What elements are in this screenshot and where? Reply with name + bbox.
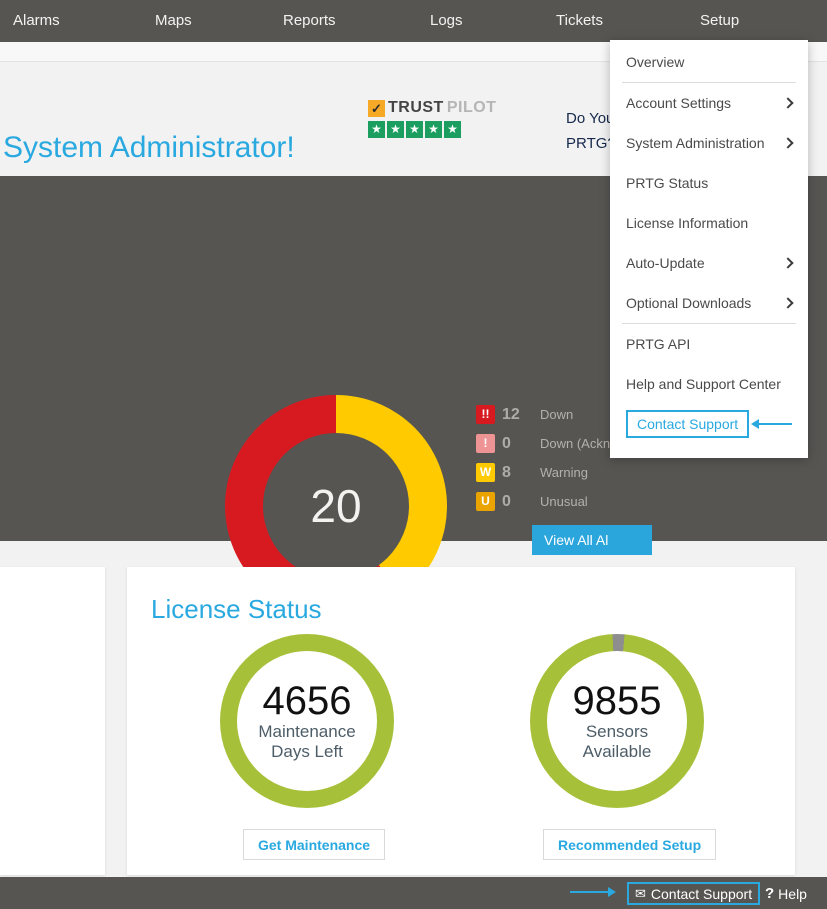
menu-item-prtg-status[interactable]: PRTG Status — [610, 163, 808, 203]
legend-row-unusual[interactable]: U 0 Unusual — [476, 487, 610, 516]
trustpilot-star-icon: ★ — [425, 121, 442, 138]
maintenance-gauge-ring: 4656 Maintenance Days Left — [220, 634, 394, 808]
nav-item-logs[interactable]: Logs — [430, 0, 463, 42]
unusual-label: Unusual — [540, 494, 588, 509]
down-ack-label: Down (Ackn — [540, 436, 610, 451]
view-all-alarms-button[interactable]: View All Al — [532, 525, 652, 555]
trustpilot-star-icon: ★ — [406, 121, 423, 138]
legend-row-warning[interactable]: W 8 Warning — [476, 458, 610, 487]
down-count: 12 — [502, 406, 536, 424]
sensors-gauge-center: 9855 Sensors Available — [547, 651, 687, 791]
trustpilot-check-icon: ✓ — [368, 100, 385, 117]
sensors-gauge-ring: 9855 Sensors Available — [530, 634, 704, 808]
promo-text: Do You PRTG? — [566, 106, 616, 156]
sensors-available-label: Sensors Available — [583, 722, 652, 762]
get-maintenance-button[interactable]: Get Maintenance — [243, 829, 385, 860]
warning-label: Warning — [540, 465, 588, 480]
menu-arrow-left-icon — [759, 423, 792, 425]
sensors-available-value: 9855 — [573, 680, 662, 722]
nav-item-setup[interactable]: Setup — [700, 0, 739, 42]
menu-item-system-administration[interactable]: System Administration — [610, 123, 808, 163]
nav-item-alarms[interactable]: Alarms — [13, 0, 60, 42]
menu-item-help-support-center[interactable]: Help and Support Center — [610, 364, 808, 404]
trustpilot-brand-trust: TRUST — [388, 99, 444, 117]
license-status-card: License Status 4656 Maintenance Days Lef… — [127, 567, 795, 875]
nav-item-reports[interactable]: Reports — [283, 0, 336, 42]
unusual-count: 0 — [502, 493, 536, 511]
nav-item-tickets[interactable]: Tickets — [556, 0, 603, 42]
license-status-title: License Status — [151, 594, 322, 625]
help-question-icon: ? — [765, 885, 774, 902]
top-navbar: Alarms Maps Reports Logs Tickets Setup — [0, 0, 827, 42]
warning-count: 8 — [502, 464, 536, 482]
trustpilot-stars: ★★★★★ — [368, 121, 496, 138]
trustpilot-star-icon: ★ — [444, 121, 461, 138]
footer-help-button[interactable]: ? Help — [765, 882, 807, 905]
footer-arrow-right-icon — [570, 891, 608, 893]
footer-bar: ✉ Contact Support ? Help — [0, 877, 827, 909]
trustpilot-logo: ✓ TRUSTPILOT ★★★★★ — [368, 99, 496, 138]
chevron-right-icon — [782, 297, 793, 308]
alarms-donut-center: 20 — [263, 433, 409, 579]
promo-line1: Do You — [566, 106, 616, 131]
legend-row-down-ack[interactable]: ! 0 Down (Ackn — [476, 429, 610, 458]
trustpilot-star-icon: ★ — [368, 121, 385, 138]
down-ack-badge-icon: ! — [476, 434, 495, 453]
left-side-card — [0, 567, 105, 875]
trustpilot-brand-pilot: PILOT — [447, 99, 497, 117]
alarm-total-count: 20 — [310, 479, 361, 533]
nav-item-maps[interactable]: Maps — [155, 0, 192, 42]
chevron-right-icon — [782, 257, 793, 268]
trustpilot-star-icon: ★ — [387, 121, 404, 138]
maintenance-gauge-center: 4656 Maintenance Days Left — [237, 651, 377, 791]
envelope-icon: ✉ — [635, 886, 646, 902]
menu-item-auto-update[interactable]: Auto-Update — [610, 243, 808, 283]
page-title: System Administrator! — [3, 131, 295, 165]
down-badge-icon: !! — [476, 405, 495, 424]
menu-item-account-settings[interactable]: Account Settings — [610, 83, 808, 123]
promo-line2: PRTG? — [566, 131, 616, 156]
menu-item-overview[interactable]: Overview — [610, 42, 808, 82]
menu-item-license-information[interactable]: License Information — [610, 203, 808, 243]
prtg-dashboard: Alarms Maps Reports Logs Tickets Setup S… — [0, 0, 827, 909]
footer-contact-support-button[interactable]: ✉ Contact Support — [627, 882, 760, 905]
legend-row-down[interactable]: !! 12 Down — [476, 400, 610, 429]
menu-item-contact-support[interactable]: Contact Support — [610, 404, 808, 444]
chevron-right-icon — [782, 137, 793, 148]
alarm-legend: !! 12 Down ! 0 Down (Ackn W 8 Warning U … — [476, 400, 610, 516]
down-ack-count: 0 — [502, 435, 536, 453]
down-label: Down — [540, 407, 573, 422]
warning-badge-icon: W — [476, 463, 495, 482]
maintenance-days-label: Maintenance Days Left — [258, 722, 355, 762]
chevron-right-icon — [782, 97, 793, 108]
maintenance-days-value: 4656 — [263, 680, 352, 722]
unusual-badge-icon: U — [476, 492, 495, 511]
menu-item-optional-downloads[interactable]: Optional Downloads — [610, 283, 808, 323]
recommended-setup-button[interactable]: Recommended Setup — [543, 829, 716, 860]
menu-item-prtg-api[interactable]: PRTG API — [610, 324, 808, 364]
setup-dropdown-menu: Overview Account Settings System Adminis… — [610, 40, 808, 458]
